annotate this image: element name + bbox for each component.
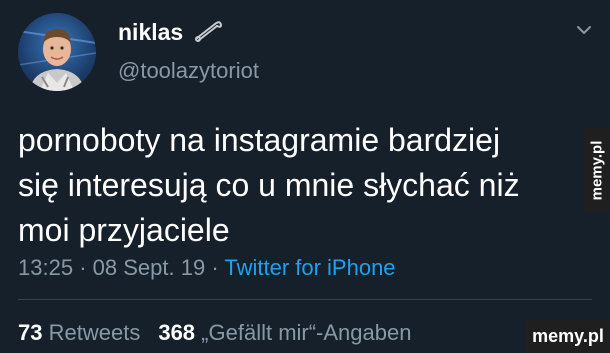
retweets-stat[interactable]: 73 Retweets (18, 320, 140, 345)
display-name[interactable]: niklas (118, 19, 183, 46)
likes-label: „Gefällt mir“-Angaben (201, 320, 412, 345)
meta-separator: · (79, 255, 87, 280)
tweet-source-link[interactable]: Twitter for iPhone (224, 255, 395, 280)
likes-stat[interactable]: 368 „Gefällt mir“-Angaben (158, 320, 411, 345)
tweet-metadata: 13:25 · 08 Sept. 19 · Twitter for iPhone (18, 255, 396, 281)
chevron-down-icon[interactable] (576, 22, 592, 40)
tweet-stats: 73 Retweets 368 „Gefällt mir“-Angaben (18, 320, 411, 346)
retweets-label: Retweets (48, 320, 141, 345)
tweet-text-line: pornoboty na instagramie bardziej (18, 122, 501, 158)
user-handle[interactable]: @toolazytoriot (118, 58, 259, 84)
safety-pin-icon (193, 18, 223, 47)
retweets-count: 73 (18, 320, 43, 345)
tweet-text-line: się interesują co u mnie słychać niż (18, 167, 520, 203)
watermark-corner: memy.pl (526, 320, 610, 353)
tweet-date[interactable]: 08 Sept. 19 (93, 255, 206, 280)
divider (18, 299, 592, 300)
avatar-photo (18, 29, 96, 91)
tweet-time[interactable]: 13:25 (18, 255, 73, 280)
tweet-text-line: moi przyjaciele (18, 212, 230, 248)
likes-count: 368 (158, 320, 196, 345)
watermark-side-text: memy.pl (588, 140, 606, 200)
meta-separator: · (211, 255, 219, 280)
avatar[interactable] (18, 13, 96, 91)
watermark-side: memy.pl (584, 128, 610, 212)
author-name-row: niklas (118, 18, 223, 47)
tweet-text: pornoboty na instagramie bardziej się in… (18, 118, 578, 253)
